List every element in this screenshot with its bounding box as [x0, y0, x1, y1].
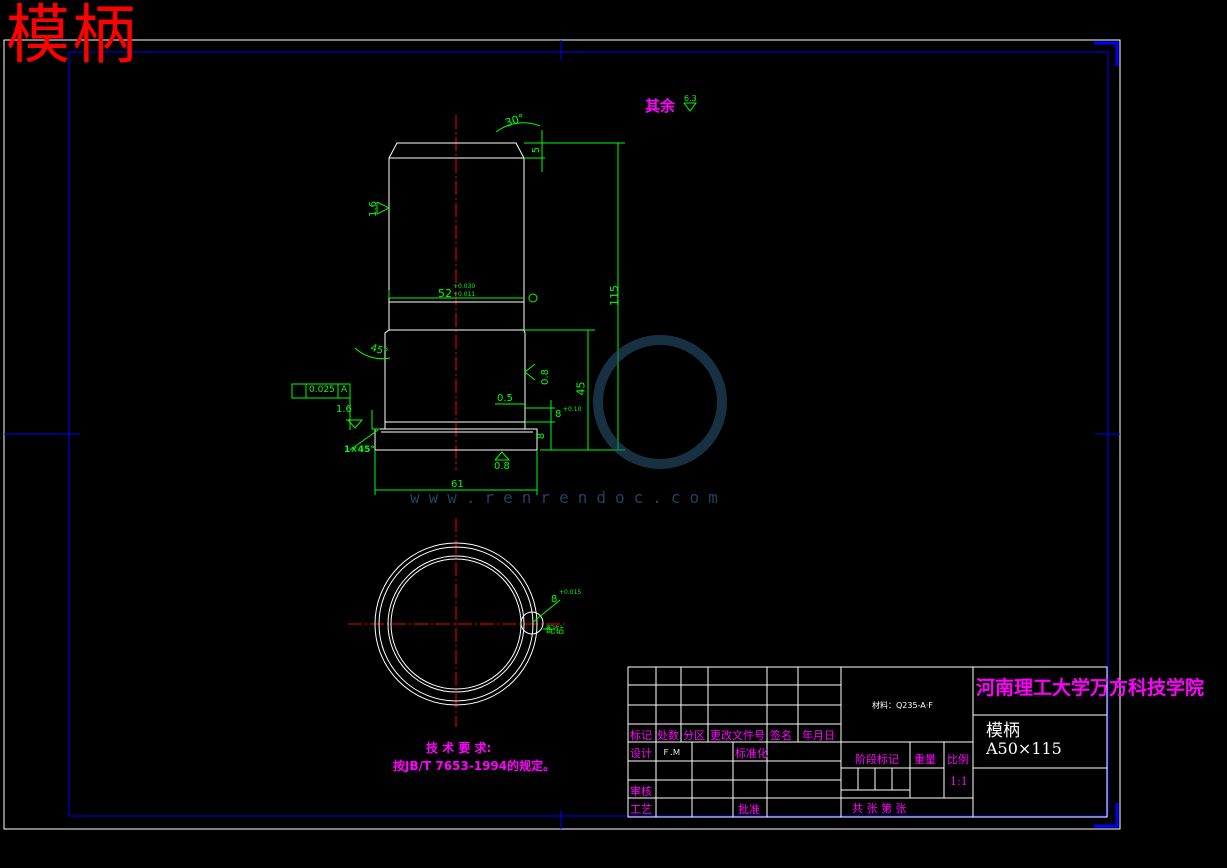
label-change-doc: 更改文件号 — [710, 729, 765, 742]
dim-top-height: 5 — [531, 146, 543, 154]
part-code: A50×115 — [986, 739, 1062, 758]
label-mark: 标记 — [630, 729, 652, 742]
drawing-title: 模柄 — [6, 0, 138, 73]
label-weight: 重量 — [914, 753, 936, 766]
keyway-label: 配钻 — [546, 626, 565, 636]
label-count: 处数 — [657, 729, 679, 742]
label-stage: 阶段标记 — [855, 753, 899, 766]
label-sheets: 共 张 第 张 — [852, 802, 907, 815]
dim-slot: 8 — [555, 409, 562, 420]
dim-chamfer-base: 1×45° — [344, 445, 375, 455]
label-date: 年月日 — [802, 729, 835, 742]
roughness-symbols — [346, 102, 697, 461]
center-marks — [4, 40, 1120, 829]
outer-frame — [3, 39, 1121, 830]
label-approve: 批准 — [738, 803, 760, 816]
geo-tolerance-value: 0.025 — [309, 385, 335, 395]
watermark-logo — [593, 335, 727, 469]
dim-roughness-bottom: 0.8 — [494, 461, 510, 472]
dim-diameter: 52 — [438, 287, 452, 300]
geo-tolerance-datum: A — [341, 385, 348, 395]
dim-step: 0.5 — [497, 393, 513, 404]
roughness-note-value: 6.3 — [684, 94, 697, 103]
dim-base-height: 8 — [536, 432, 548, 440]
dim-roughness-mid: 0.8 — [539, 369, 551, 385]
label-review: 审核 — [630, 785, 652, 798]
dim-diameter-upper: +0.030 — [453, 283, 476, 290]
scale-value: 1:1 — [950, 775, 968, 788]
school-name: 河南理工大学万方科技学院 — [976, 677, 1205, 699]
designer: Ｆ.Ｍ — [662, 748, 681, 757]
centerlines — [348, 115, 566, 727]
datum-mark — [528, 293, 538, 303]
label-sign: 签名 — [770, 729, 792, 742]
dim-diameter-lower: +0.011 — [453, 291, 476, 298]
tech-req-line1: 按JB/T 7653-1994的规定。 — [393, 759, 556, 773]
dim-slot-tol: +0.10 — [563, 406, 582, 413]
label-standard: 标准化 — [735, 747, 768, 760]
label-scale: 比例 — [947, 753, 969, 766]
part-name: 模柄 — [986, 721, 1020, 741]
dim-keyway: 8 — [551, 594, 558, 605]
dim-roughness-left: 1.6 — [336, 404, 352, 415]
watermark-text: www.renrendoc.com — [410, 488, 727, 507]
dim-roughness-side: 1.6 — [367, 201, 379, 217]
roughness-note-label: 其余 — [645, 97, 676, 115]
dim-keyway-tol: +0.015 — [559, 589, 582, 596]
dimension-lines — [291, 122, 625, 495]
label-process: 工艺 — [630, 803, 652, 816]
label-design: 设计 — [630, 747, 652, 760]
dim-total-height: 115 — [608, 285, 621, 306]
dim-lower-height: 45 — [574, 381, 588, 396]
label-zone: 分区 — [683, 729, 705, 742]
drawing-canvas — [3, 39, 1121, 830]
material: 材料：Q235-A·F — [872, 701, 933, 710]
tech-req-heading: 技 术 要 求: — [426, 741, 492, 755]
